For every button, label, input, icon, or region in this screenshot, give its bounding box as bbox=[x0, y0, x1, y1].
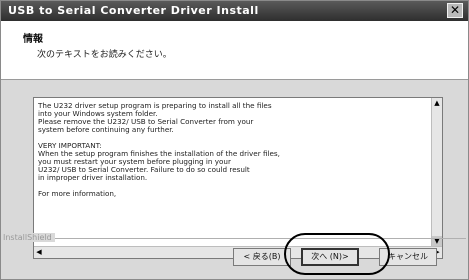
highlight-circle-annotation bbox=[284, 233, 390, 275]
scroll-left-icon[interactable]: ◀ bbox=[34, 247, 44, 258]
scroll-up-icon[interactable]: ▲ bbox=[432, 98, 442, 108]
window-title: USB to Serial Converter Driver Install bbox=[8, 4, 259, 17]
readme-text: The U232 driver setup program is prepari… bbox=[38, 101, 280, 198]
installer-window: USB to Serial Converter Driver Install ✕… bbox=[0, 0, 469, 280]
close-button[interactable]: ✕ bbox=[447, 3, 463, 18]
title-bar[interactable]: USB to Serial Converter Driver Install ✕ bbox=[1, 1, 468, 21]
footer-divider bbox=[41, 238, 466, 239]
header-panel: 情報 次のテキストをお読みください。 bbox=[1, 21, 468, 80]
page-heading: 情報 bbox=[23, 34, 43, 45]
installshield-label: InstallShield bbox=[3, 233, 55, 242]
readme-textbox[interactable]: The U232 driver setup program is prepari… bbox=[33, 97, 443, 259]
page-subheading: 次のテキストをお読みください。 bbox=[37, 50, 172, 60]
vertical-scrollbar[interactable]: ▲ ▼ bbox=[431, 98, 442, 246]
back-button[interactable]: < 戻る(B) bbox=[233, 248, 291, 266]
